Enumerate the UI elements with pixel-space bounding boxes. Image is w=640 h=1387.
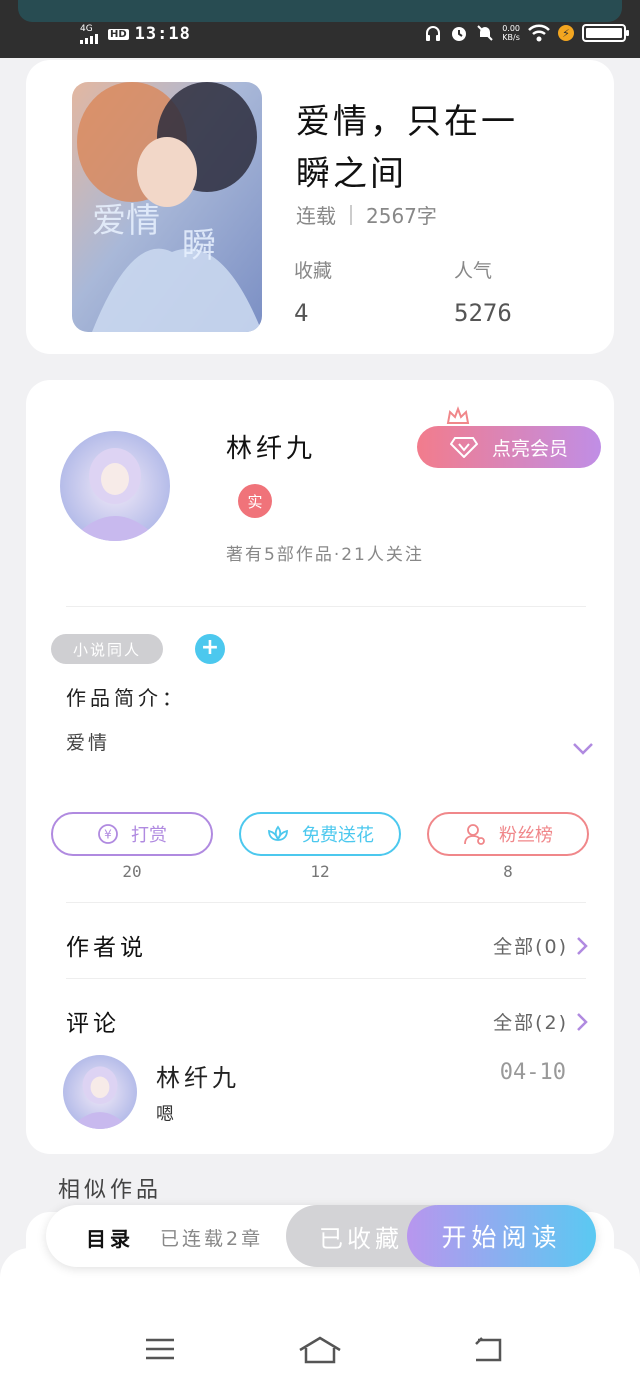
favorites-label: 收藏 <box>294 260 333 282</box>
book-title: 爱情，只在一瞬之间 <box>296 102 518 194</box>
send-flower-label: 免费送花 <box>302 825 374 846</box>
fan-count: 8 <box>503 862 513 881</box>
alarm-icon <box>452 27 467 41</box>
favorites-stat: 收藏 4 <box>294 256 332 327</box>
fan-ranking-label: 粉丝榜 <box>499 825 553 846</box>
flower-count: 12 <box>310 862 330 881</box>
tip-button-label: 打赏 <box>131 825 167 846</box>
chevron-down-icon[interactable] <box>572 742 594 756</box>
bottom-action-bar: 目录 已连载2章 已收藏 开始阅读 <box>46 1205 596 1267</box>
vip-button-label: 点亮会员 <box>491 438 568 460</box>
book-status: 连载 <box>296 204 336 228</box>
speed-value: 0.00 <box>502 24 520 33</box>
author-summary: 著有5部作品·21人关注 <box>226 545 424 565</box>
tag-chip[interactable]: 小说同人 <box>51 634 163 664</box>
comments-title: 评论 <box>66 1011 120 1037</box>
favorites-value: 4 <box>294 299 309 327</box>
yen-coin-icon: ¥ <box>98 824 118 844</box>
section-divider <box>66 978 586 979</box>
back-icon[interactable] <box>472 1336 504 1364</box>
intro-title: 作品简介： <box>66 686 186 710</box>
battery-fill <box>586 28 622 38</box>
comment-text: 嗯 <box>156 1104 174 1125</box>
flower-icon <box>268 825 288 842</box>
author-avatar-art <box>60 431 170 541</box>
comments-more-label: 全部(2) <box>493 1012 568 1034</box>
user-ranking-icon <box>464 824 485 845</box>
svg-text:¥: ¥ <box>104 828 112 842</box>
fan-ranking-button[interactable]: 粉丝榜 <box>427 812 589 856</box>
book-info-card: 爱情 瞬 爱情，只在一瞬之间 连载 2567字 收藏 4 人气 5276 <box>26 60 614 354</box>
diamond-icon <box>449 437 478 458</box>
hd-badge: HD <box>108 28 129 40</box>
status-bar-right: 0.00 KB/s ⚡ <box>424 24 629 42</box>
charging-icon: ⚡ <box>558 25 574 41</box>
comment-date: 04-10 <box>499 1060 566 1085</box>
vip-button[interactable]: 点亮会员 <box>417 426 601 468</box>
wifi-icon <box>528 24 550 42</box>
intro-body: 爱情 <box>66 732 111 754</box>
menu-icon[interactable] <box>144 1336 176 1362</box>
tip-button[interactable]: ¥ 打赏 <box>51 812 213 856</box>
start-reading-button[interactable]: 开始阅读 <box>407 1205 596 1267</box>
book-cover-art: 爱情 瞬 <box>72 82 262 332</box>
signal-icon <box>80 33 98 44</box>
meta-separator <box>350 204 352 225</box>
svg-text:瞬: 瞬 <box>182 226 216 266</box>
system-nav-bar <box>0 1248 640 1387</box>
comment-avatar[interactable] <box>63 1055 137 1129</box>
network-type: 4G <box>80 23 93 34</box>
verified-badge: 实 <box>238 484 272 518</box>
battery-icon <box>582 24 629 42</box>
status-time: 13:18 <box>134 24 191 44</box>
author-says-more-link[interactable]: 全部(0) <box>493 932 588 959</box>
author-name[interactable]: 林纤九 <box>226 428 316 465</box>
section-divider <box>66 606 586 607</box>
table-of-contents-button[interactable]: 目录 <box>86 1223 134 1252</box>
add-tag-button[interactable]: + <box>195 634 225 664</box>
chevron-right-icon <box>577 1012 588 1031</box>
status-bar: 4G HD 13:18 0.00 KB/s ⚡ <box>0 0 640 58</box>
author-says-title: 作者说 <box>66 935 147 961</box>
author-avatar[interactable] <box>60 431 170 541</box>
chevron-right-icon <box>577 936 588 955</box>
book-meta: 连载 2567字 <box>296 200 437 229</box>
similar-works-title: 相似作品 <box>58 1178 163 1203</box>
popularity-label: 人气 <box>454 260 493 282</box>
home-icon[interactable] <box>298 1336 342 1364</box>
word-count: 2567字 <box>366 204 437 228</box>
comment-user-name: 林纤九 <box>156 1064 240 1092</box>
comment-avatar-art <box>63 1055 137 1129</box>
svg-text:爱情: 爱情 <box>92 201 160 241</box>
send-flower-button[interactable]: 免费送花 <box>239 812 401 856</box>
popularity-stat: 人气 5276 <box>454 256 512 327</box>
book-detail-card: 林纤九 实 著有5部作品·21人关注 点亮会员 小说同人 + 作品简介： 爱情 … <box>26 380 614 1154</box>
chapter-count: 已连载2章 <box>160 1228 264 1250</box>
comments-more-link[interactable]: 全部(2) <box>493 1008 588 1035</box>
network-speed: 0.00 KB/s <box>502 24 520 42</box>
author-says-more-label: 全部(0) <box>493 936 568 958</box>
crown-icon <box>446 406 470 424</box>
status-bar-top-strip <box>18 0 622 22</box>
speed-unit: KB/s <box>502 33 520 42</box>
status-bar-left: 4G HD 13:18 <box>80 24 191 44</box>
section-divider <box>66 902 586 903</box>
headphones-icon <box>426 26 441 41</box>
book-cover-image[interactable]: 爱情 瞬 <box>72 82 262 332</box>
popularity-value: 5276 <box>454 299 512 327</box>
network-indicator: 4G <box>80 23 102 44</box>
tip-count: 20 <box>122 862 142 881</box>
mute-bell-icon <box>477 25 493 41</box>
